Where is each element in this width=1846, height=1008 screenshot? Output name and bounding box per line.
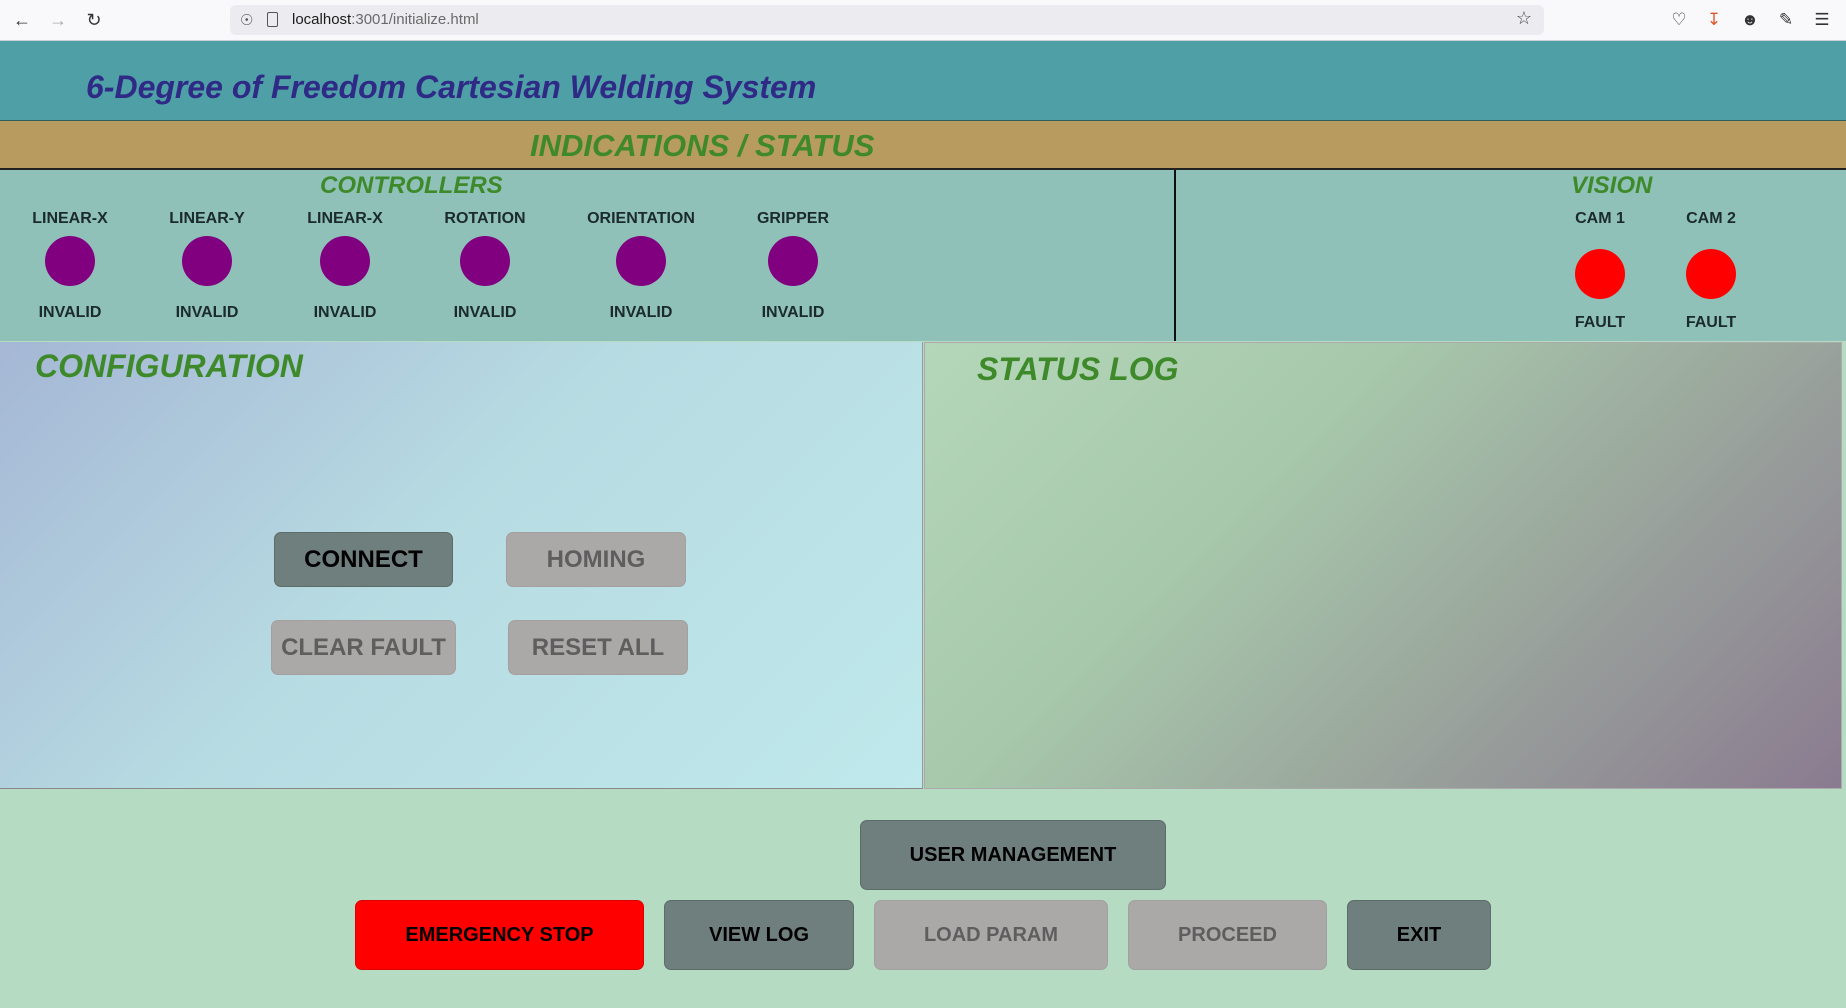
clear-fault-button[interactable]: CLEAR FAULT	[271, 620, 456, 675]
controller-indicator: LINEAR-X INVALID	[0, 210, 140, 322]
forward-icon[interactable]: →	[46, 8, 70, 32]
status-light	[182, 236, 232, 286]
camera-status: FAULT	[1685, 314, 1737, 331]
status-log-title: STATUS LOG	[977, 351, 1179, 387]
status-light	[45, 236, 95, 286]
configuration-panel: CONFIGURATION CONNECT HOMING CLEAR FAULT…	[0, 342, 923, 789]
controller-indicator: LINEAR-X INVALID	[275, 210, 415, 322]
download-icon[interactable]: ↧	[1703, 9, 1725, 31]
controller-label: ROTATION	[444, 210, 526, 227]
connect-button[interactable]: CONNECT	[274, 532, 453, 587]
reload-icon[interactable]: ↻	[82, 8, 106, 32]
controller-indicator: ORIENTATION INVALID	[571, 210, 711, 322]
controller-status: INVALID	[609, 304, 673, 321]
controllers-panel: CONTROLLERS LINEAR-X INVALID LINEAR-Y IN…	[0, 170, 1176, 341]
address-bar[interactable]: ☉ localhost:3001/initialize.html ☆	[230, 5, 1544, 35]
controller-label: LINEAR-Y	[169, 210, 245, 227]
camera-label: CAM 2	[1686, 210, 1736, 227]
status-light	[616, 236, 666, 286]
view-log-button[interactable]: VIEW LOG	[664, 900, 854, 970]
app-header: 6-Degree of Freedom Cartesian Welding Sy…	[0, 41, 1846, 121]
homing-button[interactable]: HOMING	[506, 532, 686, 587]
controller-label: ORIENTATION	[587, 210, 695, 227]
controllers-title: CONTROLLERS	[320, 172, 503, 199]
configuration-title: CONFIGURATION	[35, 348, 303, 384]
controller-label: GRIPPER	[756, 210, 829, 227]
status-light	[1686, 249, 1736, 299]
controller-status: INVALID	[453, 304, 517, 321]
url-text[interactable]: localhost:3001/initialize.html	[292, 11, 479, 28]
back-icon[interactable]: ←	[10, 8, 34, 32]
status-light	[320, 236, 370, 286]
indications-title: INDICATIONS / STATUS	[530, 128, 875, 163]
exit-button[interactable]: EXIT	[1347, 900, 1491, 970]
status-light	[1575, 249, 1625, 299]
controller-indicator: LINEAR-Y INVALID	[137, 210, 277, 322]
controller-indicator: ROTATION INVALID	[415, 210, 555, 322]
controller-label: LINEAR-X	[32, 210, 108, 227]
controller-status: INVALID	[313, 304, 377, 321]
controller-status: INVALID	[175, 304, 239, 321]
controller-indicator: GRIPPER INVALID	[723, 210, 863, 322]
controller-status: INVALID	[761, 304, 825, 321]
bookmark-star-icon[interactable]: ☆	[1516, 8, 1532, 29]
indications-bar: INDICATIONS / STATUS	[0, 121, 1846, 170]
page-icon	[267, 12, 278, 27]
pocket-icon[interactable]: ♡	[1668, 9, 1690, 31]
vision-title: VISION	[1571, 172, 1653, 199]
vision-panel: VISION CAM 1 FAULT CAM 2 FAULT	[1176, 170, 1846, 341]
menu-icon[interactable]: ☰	[1811, 9, 1833, 31]
emergency-stop-button[interactable]: EMERGENCY STOP	[355, 900, 644, 970]
controller-status: INVALID	[38, 304, 102, 321]
reset-all-button[interactable]: RESET ALL	[508, 620, 688, 675]
proceed-button[interactable]: PROCEED	[1128, 900, 1327, 970]
shield-icon[interactable]: ☉	[240, 11, 254, 29]
controller-label: LINEAR-X	[307, 210, 383, 227]
account-icon[interactable]: ☻	[1739, 9, 1761, 31]
load-param-button[interactable]: LOAD PARAM	[874, 900, 1108, 970]
app-title: 6-Degree of Freedom Cartesian Welding Sy…	[86, 69, 817, 105]
user-management-button[interactable]: USER MANAGEMENT	[860, 820, 1166, 890]
extensions-icon[interactable]: ✎	[1775, 9, 1797, 31]
status-log-panel: STATUS LOG	[924, 342, 1842, 789]
browser-toolbar: ← → ↻ ☉ localhost:3001/initialize.html ☆…	[0, 0, 1846, 41]
camera-indicator: CAM 2 FAULT	[1641, 210, 1781, 332]
status-light	[768, 236, 818, 286]
status-light	[460, 236, 510, 286]
